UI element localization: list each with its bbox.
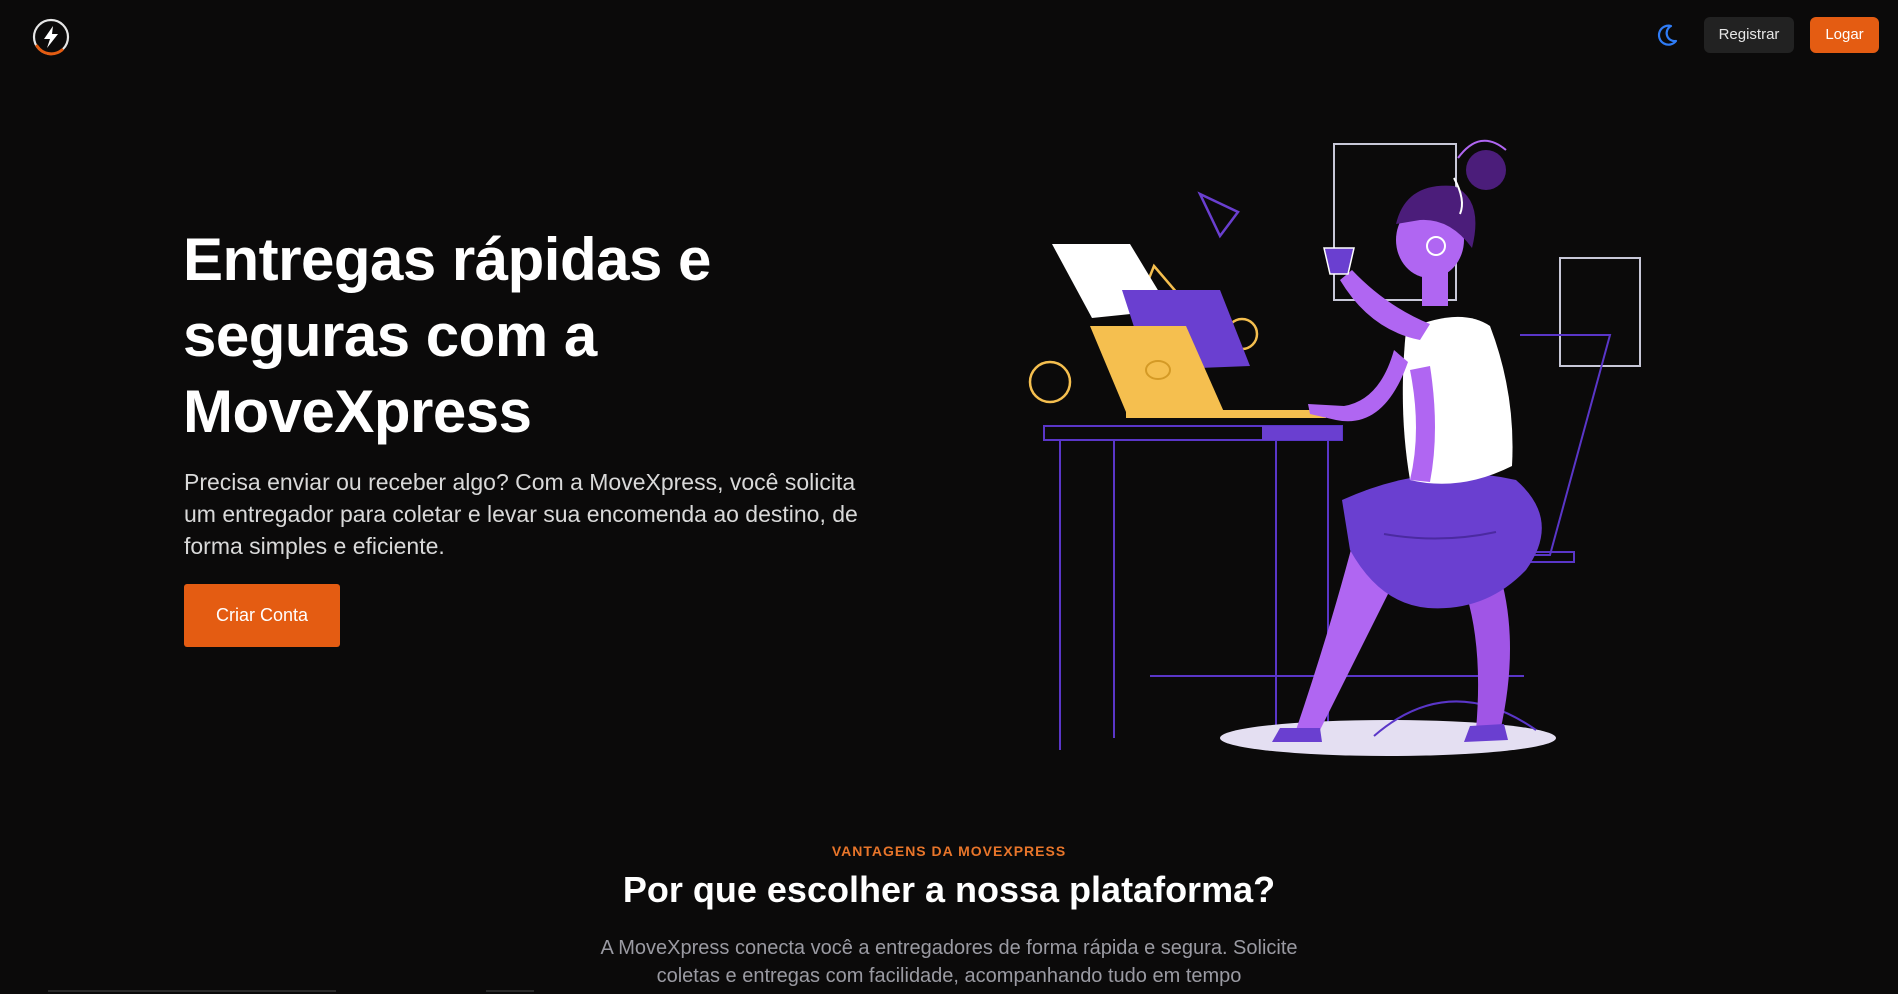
feature-card-edge bbox=[486, 990, 534, 992]
hero-description: Precisa enviar ou receber algo? Com a Mo… bbox=[184, 469, 858, 559]
top-navbar: Registrar Logar bbox=[0, 0, 1898, 72]
lightning-bolt-icon bbox=[32, 18, 70, 56]
logo[interactable] bbox=[31, 17, 71, 57]
theme-toggle-button[interactable] bbox=[1654, 22, 1680, 48]
landing-page: Registrar Logar Entregas rápidas e segur… bbox=[0, 0, 1898, 994]
feature-card-edge bbox=[48, 990, 336, 992]
create-account-button[interactable]: Criar Conta bbox=[184, 584, 340, 647]
section-eyebrow: VANTAGENS DA MOVEXPRESS bbox=[831, 843, 1067, 859]
section-title: Por que escolher a nossa plataforma? bbox=[622, 869, 1276, 910]
moon-icon bbox=[1657, 24, 1678, 46]
hero-illustration bbox=[1010, 130, 1670, 760]
register-button[interactable]: Registrar bbox=[1704, 17, 1794, 53]
section-description: A MoveXpress conecta você a entregadores… bbox=[600, 937, 1298, 987]
hero-title: Entregas rápidas e seguras com a MoveXpr… bbox=[183, 226, 711, 445]
login-button[interactable]: Logar bbox=[1810, 17, 1879, 53]
